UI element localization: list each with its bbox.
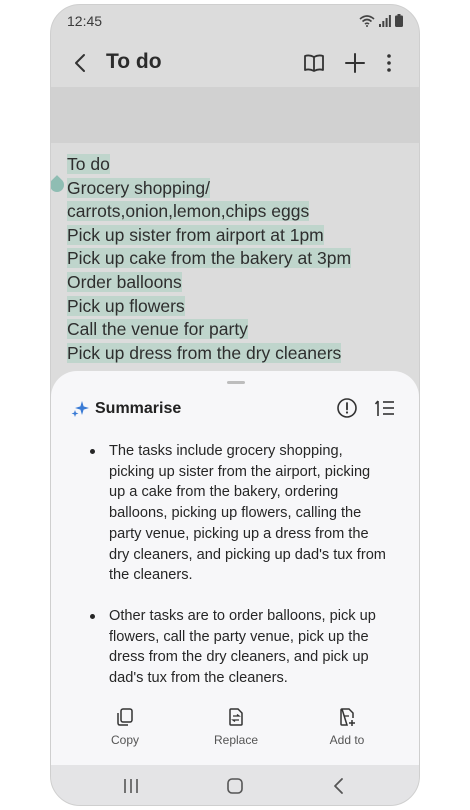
summary-list: The tasks include grocery shopping, pick… <box>89 441 389 709</box>
phone-screen: 12:45 To do To do Grocery shopping/ carr… <box>50 4 420 806</box>
note-content[interactable]: To do Grocery shopping/ carrots,onion,le… <box>67 153 419 365</box>
replace-icon <box>229 708 243 726</box>
info-icon[interactable] <box>336 397 358 419</box>
summary-bullet: Other tasks are to order balloons, pick … <box>89 606 389 689</box>
add-to-note-icon <box>340 708 355 726</box>
sheet-title: Summarise <box>95 400 182 417</box>
note-line: carrots,onion,lemon,chips eggs <box>67 201 310 222</box>
status-bar: 12:45 <box>51 5 419 37</box>
signal-icon <box>379 14 391 27</box>
more-options-icon[interactable] <box>377 51 401 75</box>
nav-back-icon[interactable] <box>327 775 351 797</box>
home-icon[interactable] <box>223 775 247 797</box>
note-line: Grocery shopping/ <box>67 177 210 198</box>
format-options-icon[interactable] <box>374 397 396 419</box>
note-line: Order balloons <box>67 271 182 292</box>
sheet-actions: Copy Replace Add to <box>51 707 419 759</box>
copy-label: Copy <box>110 733 139 747</box>
note-line: Pick up cake from the bakery at 3pm <box>67 248 352 269</box>
status-icons <box>359 14 403 27</box>
reading-mode-icon[interactable] <box>302 51 326 75</box>
note-line: Pick up flowers <box>67 295 185 316</box>
copy-icon <box>117 708 133 726</box>
replace-label: Replace <box>213 733 259 747</box>
sheet-header: Summarise <box>71 397 181 421</box>
add-to-button[interactable]: Add to <box>302 707 392 747</box>
note-line: Call the venue for party <box>67 319 248 340</box>
replace-button[interactable]: Replace <box>191 707 281 747</box>
wifi-icon <box>359 15 375 27</box>
recent-apps-icon[interactable] <box>119 775 143 797</box>
selection-handle[interactable] <box>51 175 67 195</box>
summary-bullet: The tasks include grocery shopping, pick… <box>89 441 389 586</box>
note-line: Pick up sister from airport at 1pm <box>67 224 324 245</box>
sheet-drag-handle[interactable] <box>227 381 245 384</box>
status-time: 12:45 <box>67 13 103 29</box>
summary-sheet: Summarise The tasks include grocery shop… <box>51 371 419 765</box>
toolbar-band <box>51 87 419 143</box>
battery-icon <box>395 14 403 27</box>
navigation-bar <box>51 765 419 805</box>
app-bar: To do <box>51 41 419 87</box>
add-icon[interactable] <box>343 51 367 75</box>
sparkle-icon <box>71 401 89 417</box>
note-line: Pick up dress from the dry cleaners <box>67 342 342 363</box>
back-arrow-icon[interactable] <box>69 51 93 75</box>
copy-button[interactable]: Copy <box>80 707 170 747</box>
page-title: To do <box>106 50 162 73</box>
note-line: To do <box>67 154 110 174</box>
add-to-label: Add to <box>329 733 365 747</box>
